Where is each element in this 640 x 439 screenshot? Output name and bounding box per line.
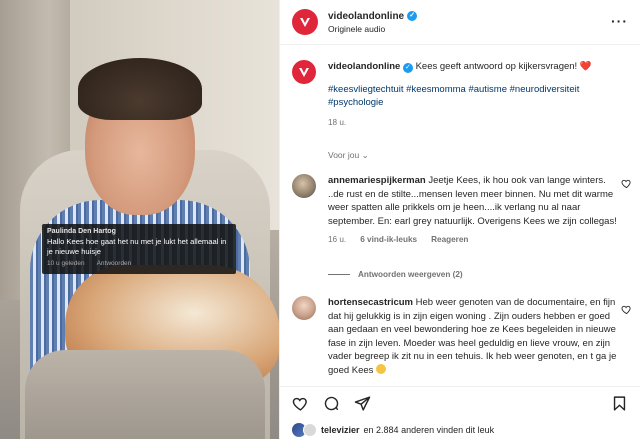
person-hair xyxy=(78,58,202,120)
comment-username[interactable]: hortensecastricum xyxy=(328,297,413,308)
audio-label[interactable]: Originele audio xyxy=(328,24,417,34)
video-player[interactable]: Paulinda Den Hartog Hallo Kees hoe gaat … xyxy=(0,0,279,439)
more-options-icon[interactable]: ··· xyxy=(611,13,628,29)
comment-username[interactable]: annemariespijkerman xyxy=(328,175,426,186)
like-heart-icon[interactable] xyxy=(292,395,309,412)
overlay-comment-user: Paulinda Den Hartog xyxy=(47,228,116,235)
comment-likes-count[interactable]: 6 vind-ik-leuks xyxy=(360,233,417,247)
like-comment-heart-icon[interactable] xyxy=(621,178,632,189)
comment-item: hortensecastricum Heb weer genoten van d… xyxy=(292,296,632,377)
comment-text: Heb weer genoten van de documentaire, en… xyxy=(328,297,617,376)
comment-item: annemariespijkerman Jeetje Kees, ik hou … xyxy=(292,174,632,247)
like-comment-heart-icon[interactable] xyxy=(621,304,632,315)
translate-label: Voor jou xyxy=(328,150,360,160)
post-header: videolandonline ✓ Originele audio ··· xyxy=(280,0,640,45)
likes-summary[interactable]: televizier en 2.884 anderen vinden dit l… xyxy=(292,423,494,437)
overlay-comment-text: Hallo Kees hoe gaat het nu met je lukt h… xyxy=(47,237,227,256)
caption-row: videolandonline ✓ Kees geeft antwoord op… xyxy=(292,60,632,129)
caption-avatar[interactable] xyxy=(292,60,316,84)
reply-button[interactable]: Reageren xyxy=(431,233,468,247)
verified-badge-icon: ✓ xyxy=(407,11,418,21)
post-action-bar: televizier en 2.884 anderen vinden dit l… xyxy=(280,386,640,439)
comments-scroll-area[interactable]: videolandonline ✓ Kees geeft antwoord op… xyxy=(280,46,640,386)
commenter-avatar[interactable] xyxy=(292,174,316,198)
videoland-logo-icon xyxy=(300,18,310,27)
view-replies-button[interactable]: Antwoorden weergeven (2) xyxy=(328,270,463,279)
header-username[interactable]: videolandonline xyxy=(328,11,404,22)
share-paper-plane-icon[interactable] xyxy=(354,395,371,412)
overlay-comment-time: 10 u geleden xyxy=(47,260,85,267)
caption-text: Kees geeft antwoord op kijkersvragen! ❤️ xyxy=(415,61,592,72)
person-legs xyxy=(25,350,265,439)
caption-username[interactable]: videolandonline xyxy=(328,61,400,72)
liker-avatar xyxy=(303,423,317,437)
videoland-logo-icon xyxy=(299,68,309,77)
replies-divider xyxy=(328,274,350,275)
comment-time: 16 u. xyxy=(328,235,347,244)
comment-bubble-icon[interactable] xyxy=(323,395,340,412)
caption-time: 18 u. xyxy=(328,117,347,127)
liker-username[interactable]: televizier xyxy=(321,425,360,435)
translate-toggle[interactable]: Voor jou ⌄ xyxy=(328,150,369,161)
caption-hashtags[interactable]: #keesvliegtechtuit #keesmomma #autisme #… xyxy=(328,83,618,110)
view-replies-label: Antwoorden weergeven (2) xyxy=(358,270,463,279)
chevron-down-icon: ⌄ xyxy=(361,150,369,160)
likes-count-text: en 2.884 anderen vinden dit leuk xyxy=(363,425,495,435)
commenter-avatar[interactable] xyxy=(292,296,316,320)
video-overlay-comment: Paulinda Den Hartog Hallo Kees hoe gaat … xyxy=(42,224,236,274)
verified-badge-icon: ✓ xyxy=(402,63,413,73)
smiling-emoji-icon xyxy=(376,363,387,374)
videoland-avatar[interactable] xyxy=(292,9,318,35)
overlay-comment-reply: Antwoorden xyxy=(96,260,132,267)
post-panel: videolandonline ✓ Originele audio ··· vi… xyxy=(279,0,640,439)
save-bookmark-icon[interactable] xyxy=(611,395,628,412)
